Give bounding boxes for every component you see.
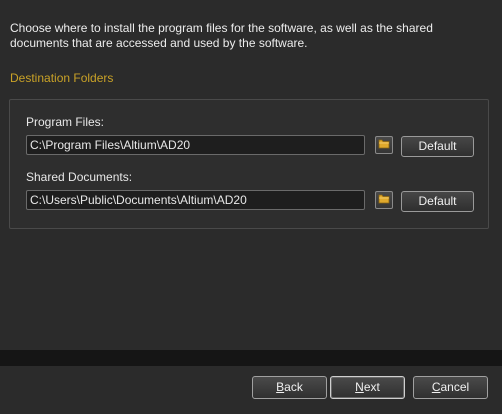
folder-browse-icon	[378, 138, 390, 152]
folder-browse-icon	[378, 193, 390, 207]
next-accel: N	[355, 380, 364, 394]
installer-page: Choose where to install the program file…	[0, 0, 502, 350]
intro-text: Choose where to install the program file…	[10, 21, 433, 50]
back-button[interactable]: Back	[252, 376, 327, 399]
program-files-browse-button[interactable]	[375, 136, 393, 154]
destination-folders-group: Program Files: C:\Program Files\Altium\A…	[9, 99, 489, 229]
program-files-label: Program Files:	[26, 115, 105, 129]
next-rest: ext	[363, 380, 380, 394]
wizard-footer: Back Next Cancel	[0, 366, 502, 414]
back-rest: ack	[284, 380, 303, 394]
program-files-input[interactable]: C:\Program Files\Altium\AD20	[26, 135, 365, 155]
shared-documents-label: Shared Documents:	[26, 170, 133, 184]
shared-documents-input[interactable]: C:\Users\Public\Documents\Altium\AD20	[26, 190, 365, 210]
section-title: Destination Folders	[10, 71, 114, 85]
footer-divider	[0, 350, 502, 366]
cancel-rest: ancel	[440, 380, 470, 394]
back-accel: B	[276, 380, 285, 394]
next-button[interactable]: Next	[330, 376, 405, 399]
program-files-default-button[interactable]: Default	[401, 136, 474, 157]
cancel-button[interactable]: Cancel	[413, 376, 488, 399]
shared-documents-default-button[interactable]: Default	[401, 191, 474, 212]
shared-documents-browse-button[interactable]	[375, 191, 393, 209]
